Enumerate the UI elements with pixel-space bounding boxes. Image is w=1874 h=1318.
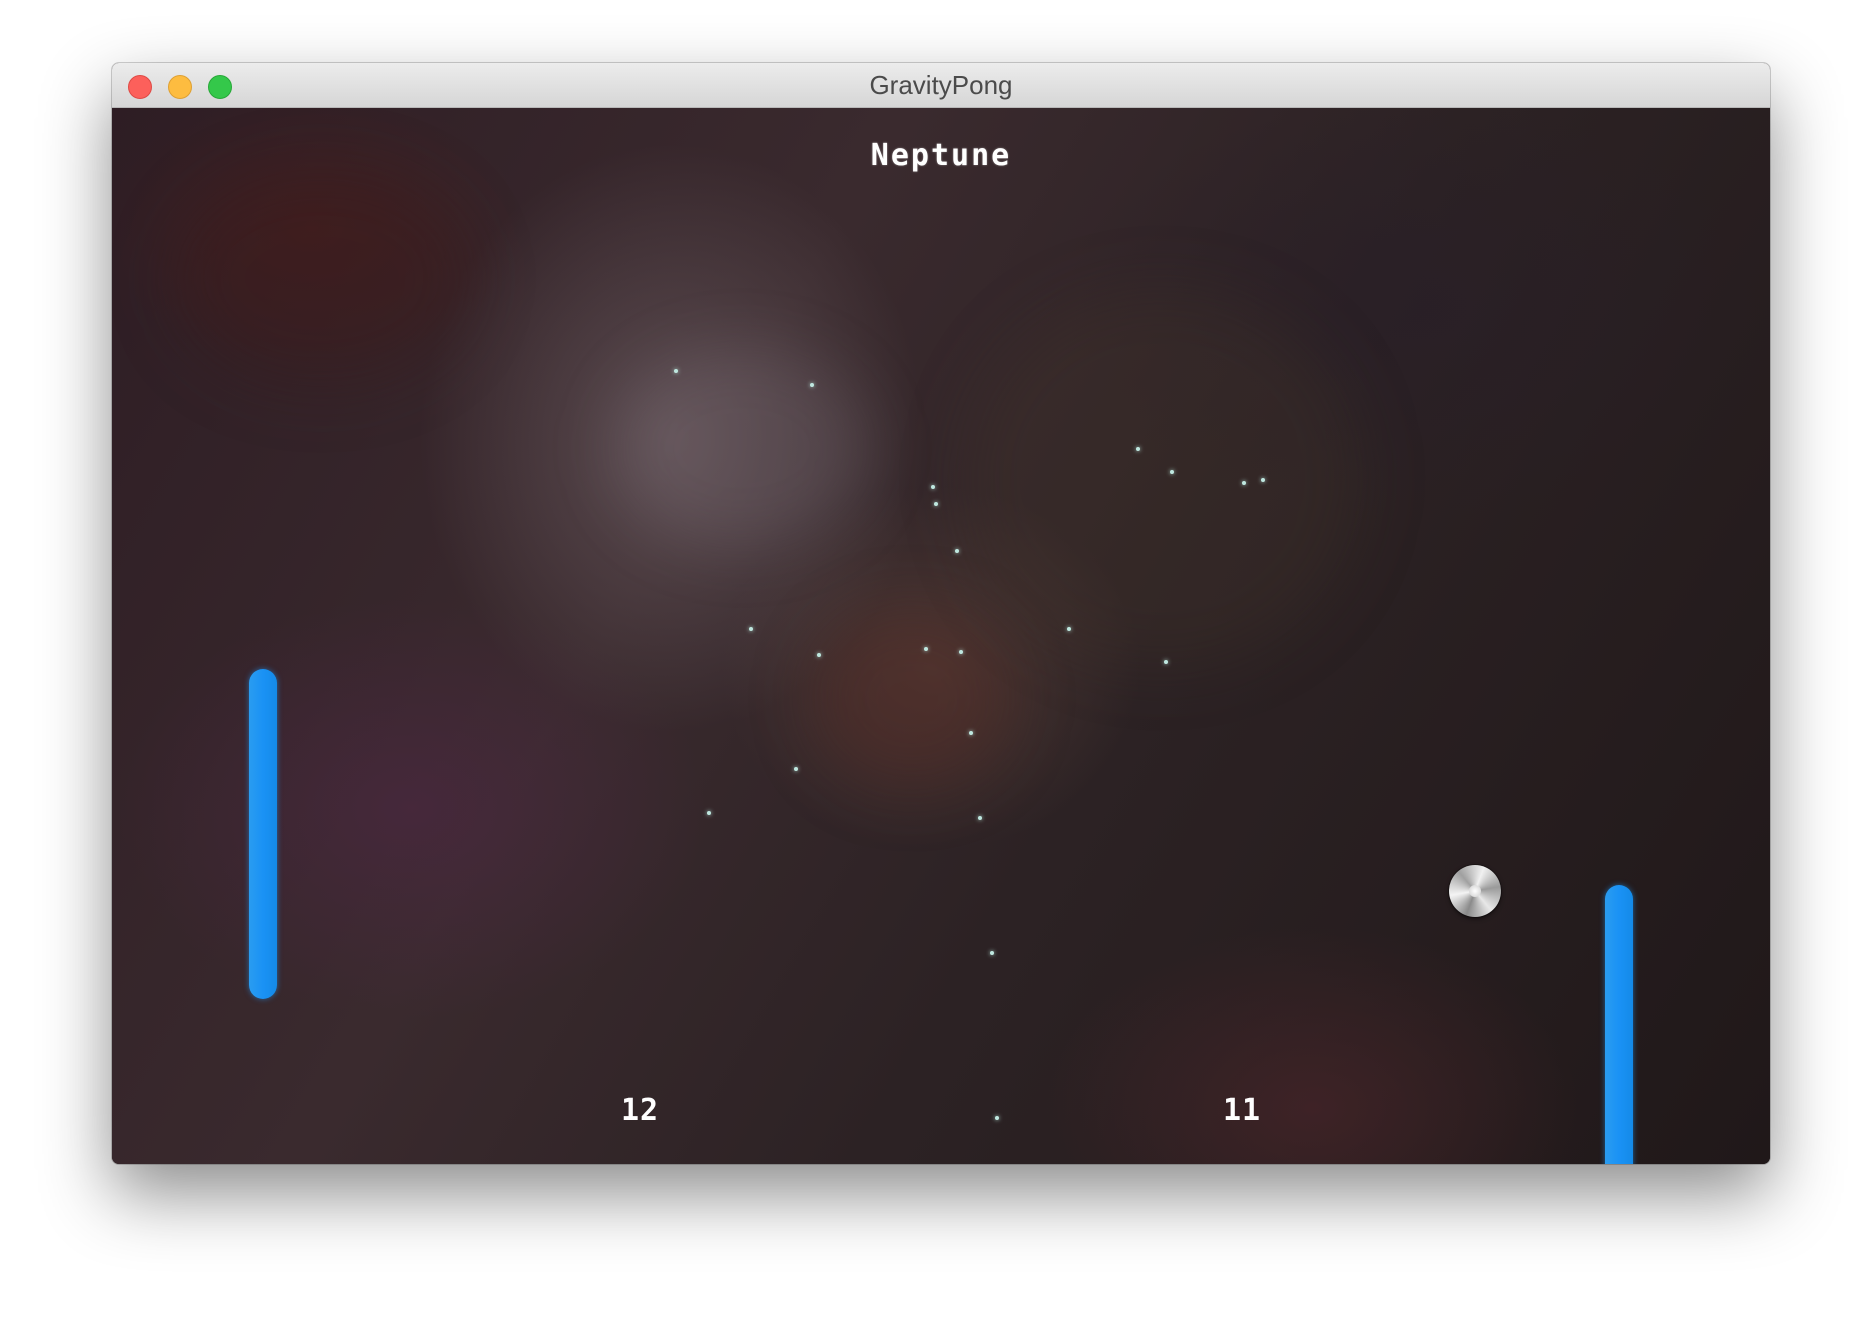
left-paddle[interactable]: [249, 669, 277, 999]
star: [1164, 660, 1168, 664]
star: [931, 485, 935, 489]
metal-ball-icon: [1449, 865, 1501, 917]
star: [990, 951, 994, 955]
star: [978, 816, 982, 820]
window-title: GravityPong: [869, 70, 1013, 100]
star: [1170, 470, 1174, 474]
nebula-glow: [612, 348, 872, 548]
star: [934, 502, 938, 506]
game-window: GravityPong Neptune 12 11: [112, 63, 1770, 1164]
title-bar[interactable]: GravityPong: [112, 63, 1770, 108]
right-paddle[interactable]: [1605, 885, 1633, 1164]
level-name: Neptune: [870, 138, 1012, 173]
star: [959, 650, 963, 654]
star: [810, 383, 814, 387]
game-canvas[interactable]: Neptune 12 11: [112, 108, 1770, 1164]
star: [707, 811, 711, 815]
left-score: 12: [620, 1093, 660, 1128]
star: [1261, 478, 1265, 482]
nebula-glow: [962, 288, 1362, 668]
nebula-glow: [172, 168, 472, 388]
star: [817, 653, 821, 657]
star: [995, 1116, 999, 1120]
star: [674, 369, 678, 373]
star: [1067, 627, 1071, 631]
star: [749, 627, 753, 631]
star: [1242, 481, 1246, 485]
star: [955, 549, 959, 553]
star: [969, 731, 973, 735]
nebula-glow: [812, 608, 1012, 788]
star: [924, 647, 928, 651]
star: [1136, 447, 1140, 451]
right-score: 11: [1222, 1093, 1262, 1128]
star: [794, 767, 798, 771]
